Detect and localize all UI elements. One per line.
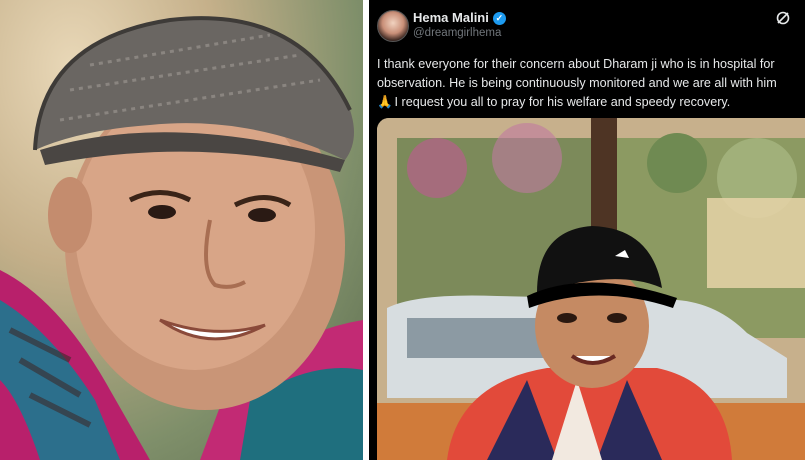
- tweet-line-3: 🙏 I request you all to pray for his welf…: [377, 93, 805, 112]
- grok-icon[interactable]: [775, 10, 791, 26]
- tweet-media-photo[interactable]: [377, 118, 805, 460]
- avatar[interactable]: [377, 10, 409, 42]
- portrait-illustration: [0, 16, 363, 460]
- tweet-line-3-text: I request you all to pray for his welfar…: [394, 95, 731, 109]
- display-name[interactable]: Hema Malini ✓: [413, 10, 506, 25]
- user-handle[interactable]: @dreamgirlhema: [413, 27, 501, 39]
- tweet-card: Hema Malini ✓ @dreamgirlhema I thank ever…: [369, 0, 805, 460]
- display-name-text: Hema Malini: [413, 10, 489, 25]
- media-illustration: [377, 118, 805, 460]
- tweet-line-2: observation. He is being continuously mo…: [377, 76, 777, 90]
- left-photo: [0, 0, 363, 460]
- verified-badge-icon: ✓: [492, 12, 506, 25]
- tweet-body: I thank everyone for their concern about…: [377, 55, 805, 112]
- folded-hands-icon: 🙏: [377, 95, 393, 109]
- tweet-line-1: I thank everyone for their concern about…: [377, 57, 775, 71]
